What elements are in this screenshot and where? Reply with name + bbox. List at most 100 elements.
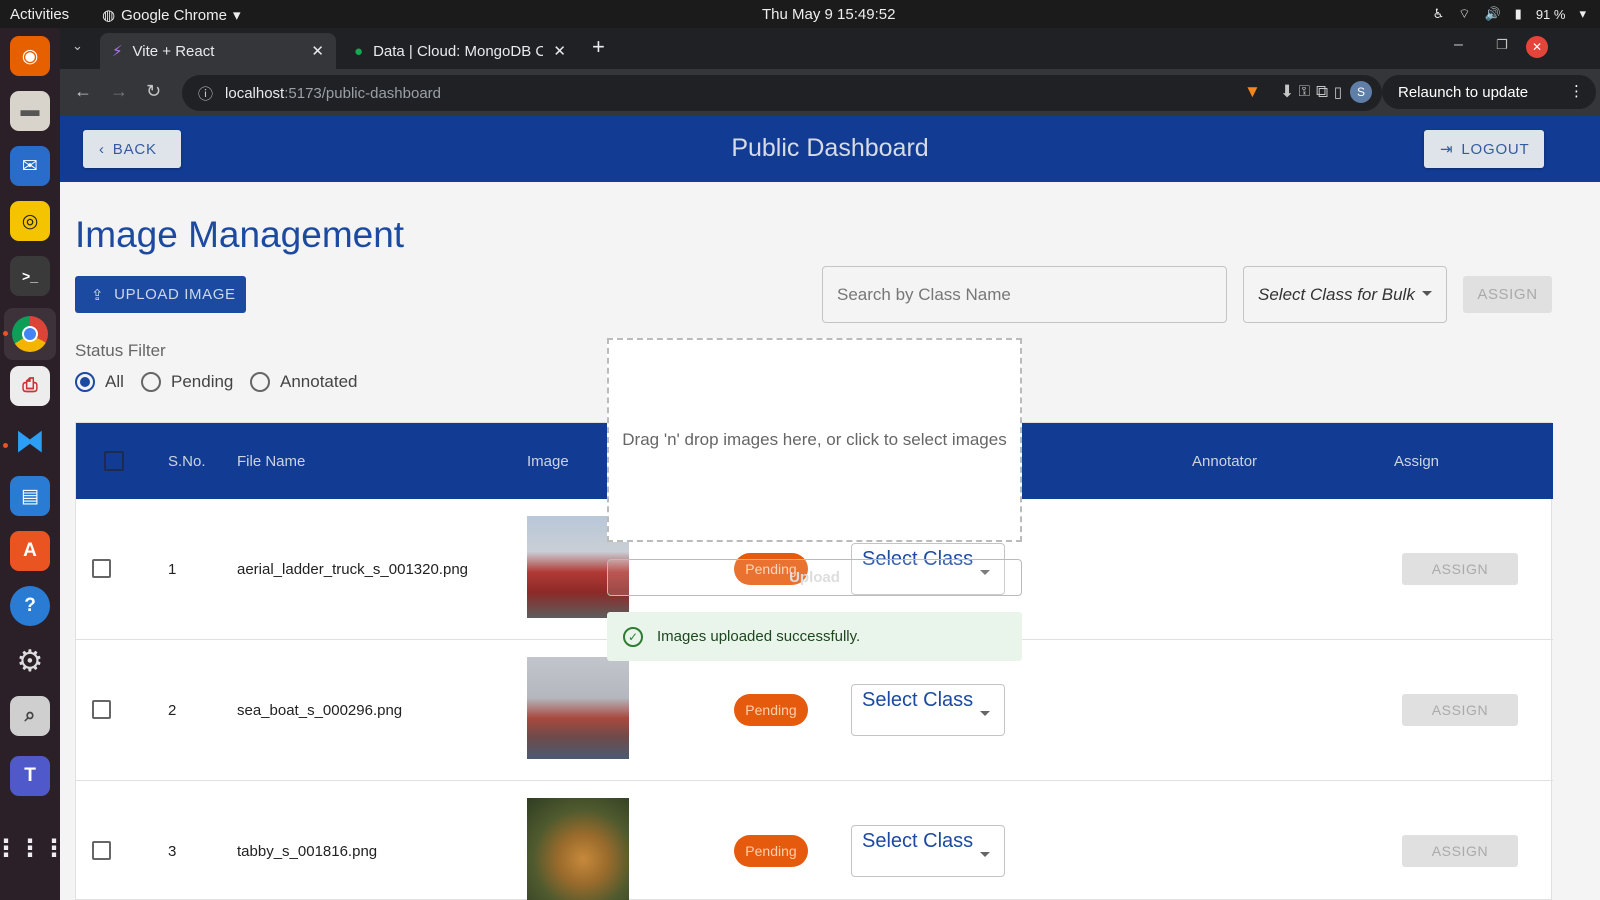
- assign-button[interactable]: ASSIGN: [1402, 694, 1518, 726]
- new-tab-icon[interactable]: +: [592, 34, 605, 60]
- table-row: 3 tabby_s_001816.png Pending Select Clas…: [76, 781, 1553, 900]
- page-content: ‹ BACK Public Dashboard ⇥ LOGOUT Image M…: [60, 116, 1600, 900]
- page-icon[interactable]: ▯: [1334, 83, 1342, 101]
- table-row: 2 sea_boat_s_000296.png Pending Select C…: [76, 640, 1553, 781]
- url-path: :5173/public-dashboard: [284, 84, 442, 102]
- terminal-icon[interactable]: >_: [10, 256, 50, 296]
- header-sno: S.No.: [168, 453, 206, 470]
- restore-icon[interactable]: ❐: [1496, 37, 1508, 53]
- class-select-label: Select Class: [862, 830, 974, 852]
- filter-label: Annotated: [280, 372, 358, 391]
- filter-pending-radio[interactable]: Pending: [141, 372, 233, 392]
- header-image: Image: [527, 453, 569, 470]
- system-tray[interactable]: ♿ ⌔ 🔊 ▮ 91 % ▾: [1433, 6, 1586, 22]
- tab-title: Data | Cloud: MongoDB C: [373, 42, 544, 60]
- status-badge: Pending: [734, 835, 808, 867]
- settings-icon[interactable]: ⚙: [10, 641, 50, 681]
- status-filter-label: Status Filter: [75, 341, 166, 360]
- upload-image-label: UPLOAD IMAGE: [114, 286, 236, 303]
- logout-button[interactable]: ⇥ LOGOUT: [1424, 130, 1544, 168]
- radio-icon: [250, 372, 270, 392]
- tab-mongodb[interactable]: ● Data | Cloud: MongoDB C ✕: [342, 33, 578, 69]
- relaunch-button[interactable]: Relaunch to update ⋮: [1382, 75, 1596, 109]
- tab-vite-react[interactable]: ⚡ Vite + React ✕: [100, 33, 336, 69]
- close-tab-icon[interactable]: ✕: [553, 42, 566, 60]
- writer-icon[interactable]: ▤: [10, 476, 50, 516]
- reload-icon[interactable]: ↻: [146, 81, 161, 102]
- forward-arrow-icon[interactable]: →: [110, 81, 128, 102]
- vite-icon: ⚡: [112, 43, 123, 60]
- help-icon[interactable]: ?: [10, 586, 50, 626]
- upload-button[interactable]: Upload: [607, 559, 1022, 596]
- select-all-checkbox[interactable]: [104, 451, 124, 471]
- upload-icon: ⇪: [91, 286, 105, 304]
- accessibility-icon[interactable]: ♿: [1433, 6, 1445, 22]
- class-select[interactable]: Select Class: [851, 825, 1005, 877]
- row-file-name: tabby_s_001816.png: [237, 843, 378, 860]
- close-tab-icon[interactable]: ✕: [311, 42, 324, 60]
- toast-message: Images uploaded successfully.: [657, 628, 861, 645]
- search-input[interactable]: Search by Class Name: [822, 266, 1227, 323]
- thunderbird-icon[interactable]: ✉: [10, 146, 50, 186]
- app-bar: ‹ BACK Public Dashboard ⇥ LOGOUT: [60, 116, 1600, 182]
- extensions-puzzle-icon[interactable]: ⧉: [1316, 82, 1328, 102]
- assign-button[interactable]: ASSIGN: [1402, 553, 1518, 585]
- row-sno: 2: [168, 702, 177, 719]
- success-toast: ✓ Images uploaded successfully.: [607, 612, 1022, 661]
- row-sno: 3: [168, 843, 177, 860]
- dropzone[interactable]: Drag 'n' drop images here, or click to s…: [607, 338, 1022, 542]
- rhythmbox-icon[interactable]: ◎: [10, 201, 50, 241]
- row-checkbox[interactable]: [92, 841, 111, 860]
- chrome-icon: ◍: [102, 7, 116, 24]
- download-extension-icon[interactable]: ⬇: [1280, 82, 1294, 102]
- back-arrow-icon[interactable]: ←: [74, 81, 92, 102]
- document-viewer-icon[interactable]: ⎙: [10, 366, 50, 406]
- url-host: localhost: [225, 84, 285, 102]
- tab-title: Vite + React: [132, 42, 215, 60]
- metamask-extension-icon[interactable]: ▼: [1244, 82, 1261, 102]
- assign-button[interactable]: ASSIGN: [1402, 835, 1518, 867]
- bulk-class-label: Select Class for Bulk: [1258, 284, 1415, 304]
- assign-bulk-button[interactable]: ASSIGN: [1463, 276, 1552, 313]
- address-bar[interactable]: ⓘ localhost:5173/public-dashboard ⚿ ▯ ☆: [182, 75, 1382, 111]
- logout-label: LOGOUT: [1461, 140, 1530, 158]
- image-viewer-icon[interactable]: ⌕: [10, 696, 50, 736]
- app-menu[interactable]: ◍ Google Chrome ▾: [102, 6, 241, 25]
- toolbar: ← → ↻ ⓘ localhost:5173/public-dashboard …: [60, 69, 1600, 116]
- row-checkbox[interactable]: [92, 700, 111, 719]
- tab-search-icon[interactable]: ⌄: [72, 38, 83, 54]
- section-heading: Image Management: [75, 214, 405, 255]
- status-badge: Pending: [734, 694, 808, 726]
- dropdown-arrow-icon: [1422, 291, 1432, 296]
- chrome-dock-icon[interactable]: [4, 308, 56, 360]
- profile-avatar[interactable]: S: [1350, 81, 1372, 103]
- row-file-name: sea_boat_s_000296.png: [237, 702, 403, 719]
- site-info-icon[interactable]: ⓘ: [198, 83, 213, 104]
- show-apps-icon[interactable]: ⋮⋮⋮: [0, 828, 66, 868]
- filter-all-radio[interactable]: All: [75, 372, 124, 392]
- row-checkbox[interactable]: [92, 559, 111, 578]
- clock[interactable]: Thu May 9 15:49:52: [762, 6, 895, 23]
- firefox-icon[interactable]: ◉: [10, 36, 50, 76]
- vscode-icon[interactable]: ⧓: [10, 421, 50, 461]
- class-select[interactable]: Select Class: [851, 684, 1005, 736]
- dock: ◉ ▬ ✉ ◎ >_ ⎙ ⧓ ▤ A ? ⚙ ⌕ T ⋮⋮⋮: [0, 28, 66, 900]
- check-circle-icon: ✓: [623, 626, 643, 647]
- more-menu-icon[interactable]: ⋮: [1569, 82, 1584, 100]
- bulk-class-select[interactable]: Select Class for Bulk: [1243, 266, 1447, 323]
- filter-annotated-radio[interactable]: Annotated: [250, 372, 358, 392]
- minimize-icon[interactable]: –: [1454, 36, 1463, 54]
- chevron-down-icon: ▾: [232, 7, 241, 24]
- activities-button[interactable]: Activities: [10, 6, 69, 23]
- files-icon[interactable]: ▬: [10, 91, 50, 131]
- close-window-icon[interactable]: ✕: [1526, 36, 1548, 58]
- teams-icon[interactable]: T: [10, 756, 50, 796]
- relaunch-label: Relaunch to update: [1398, 83, 1529, 101]
- app-center-icon[interactable]: A: [10, 531, 50, 571]
- thumbnail-image: [527, 657, 629, 759]
- battery-icon: ▮: [1514, 6, 1522, 21]
- system-top-bar: Activities ◍ Google Chrome ▾ Thu May 9 1…: [0, 0, 1600, 28]
- key-icon[interactable]: ⚿: [1299, 83, 1310, 100]
- row-file-name: aerial_ladder_truck_s_001320.png: [237, 561, 469, 578]
- upload-image-button[interactable]: ⇪ UPLOAD IMAGE: [75, 276, 246, 313]
